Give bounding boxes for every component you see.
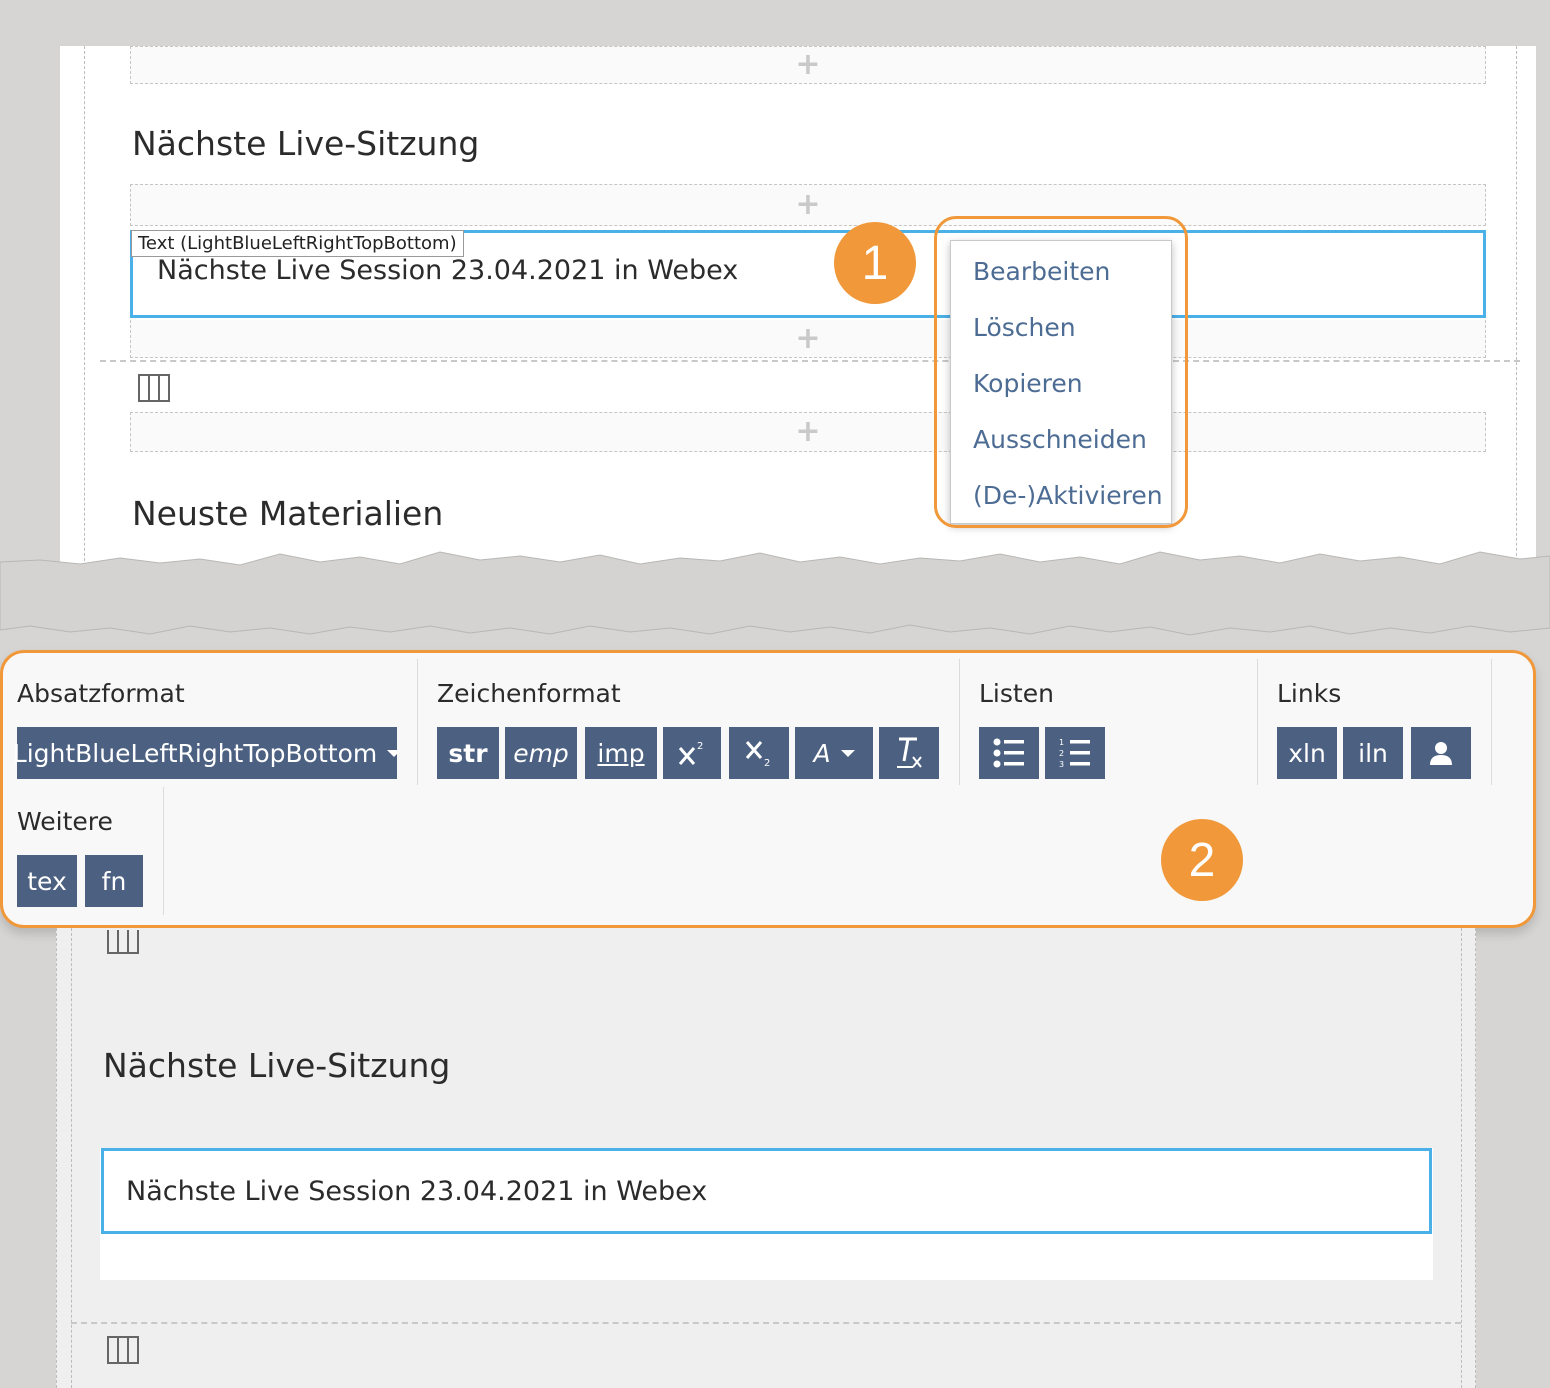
add-element-dropzone[interactable]: + (130, 412, 1486, 452)
text-element-content: Nächste Live Session 23.04.2021 in Webex (126, 1175, 708, 1207)
paragraph-format-selected: LightBlueLeftRightTopBottom (12, 738, 378, 768)
footnote-button[interactable]: fn (85, 855, 143, 907)
section-heading: Neuste Materialien (132, 494, 444, 533)
chevron-down-icon (840, 749, 855, 757)
columns-icon[interactable] (107, 930, 139, 954)
paragraph-format-dropdown[interactable]: LightBlueLeftRightTopBottom (13, 727, 402, 779)
group-divider (959, 659, 960, 785)
subscript-icon: 2 (745, 741, 770, 768)
superscript-icon: 2 (678, 741, 703, 765)
clear-format-button[interactable] (879, 727, 939, 779)
chevron-down-icon (387, 749, 402, 757)
text-element[interactable]: Nächste Live Session 23.04.2021 in Webex (101, 1148, 1432, 1234)
group-divider (1491, 659, 1492, 785)
guide-line (84, 46, 85, 606)
add-element-dropzone[interactable]: + (130, 320, 1486, 358)
numbered-list-icon: 1 2 3 (1059, 738, 1090, 769)
svg-text:2: 2 (764, 758, 770, 768)
important-button[interactable]: imp (585, 727, 657, 779)
group-divider (1257, 659, 1258, 785)
callout-highlight-box (934, 216, 1188, 528)
column-separator (100, 360, 1520, 362)
editor-preview-bottom: Nächste Live-Sitzung Nächste Live Sessio… (56, 928, 1476, 1388)
svg-text:3: 3 (1059, 760, 1064, 769)
guide-line (71, 928, 72, 1388)
guide-line (1516, 46, 1517, 606)
element-type-tooltip: Text (LightBlueLeftRightTopBottom) (131, 230, 464, 257)
plus-icon: + (795, 187, 821, 222)
callout-badge-1: 1 (834, 222, 916, 304)
group-label-listen: Listen (979, 679, 1054, 708)
callout-badge-2: 2 (1161, 819, 1243, 901)
user-link-button[interactable] (1411, 727, 1471, 779)
bullet-list-button[interactable] (979, 727, 1039, 779)
group-label-weitere: Weitere (17, 807, 113, 836)
subscript-button[interactable]: 2 (729, 727, 789, 779)
editor-preview-top: + Nächste Live-Sitzung + Nächste Live Se… (60, 46, 1536, 606)
columns-icon[interactable] (138, 374, 170, 402)
svg-text:2: 2 (697, 741, 703, 752)
text-element-content: Nächste Live Session 23.04.2021 in Webex (157, 255, 739, 286)
user-icon (1430, 742, 1452, 765)
clear-format-icon (897, 737, 922, 768)
group-divider (163, 787, 164, 915)
plus-icon: + (795, 414, 821, 449)
add-element-dropzone[interactable]: + (130, 184, 1486, 226)
bullet-list-icon (993, 738, 1024, 768)
emphasis-button[interactable]: emp (505, 727, 577, 779)
formatting-toolbar: Absatzformat LightBlueLeftRightTopBottom… (0, 650, 1536, 928)
svg-text:2: 2 (1059, 749, 1064, 758)
group-label-links: Links (1277, 679, 1342, 708)
group-divider (417, 659, 418, 785)
group-label-zeichenformat: Zeichenformat (437, 679, 621, 708)
font-color-dropdown[interactable]: A (795, 727, 873, 779)
internal-link-button[interactable]: iln (1343, 727, 1403, 779)
guide-line (1461, 928, 1462, 1388)
superscript-button[interactable]: 2 (663, 727, 721, 779)
tex-button[interactable]: tex (17, 855, 77, 907)
strong-button[interactable]: str (437, 727, 499, 779)
plus-icon: + (795, 320, 821, 356)
section-heading: Nächste Live-Sitzung (132, 124, 480, 163)
plus-icon: + (795, 47, 821, 82)
columns-icon[interactable] (107, 1336, 139, 1364)
group-label-absatzformat: Absatzformat (17, 679, 185, 708)
external-link-button[interactable]: xln (1277, 727, 1337, 779)
svg-text:1: 1 (1059, 738, 1064, 747)
section-heading: Nächste Live-Sitzung (103, 1046, 451, 1085)
numbered-list-button[interactable]: 1 2 3 (1045, 727, 1105, 779)
column-separator (71, 1322, 1461, 1324)
add-element-dropzone[interactable]: + (130, 46, 1486, 84)
torn-edge-divider (0, 551, 1550, 636)
